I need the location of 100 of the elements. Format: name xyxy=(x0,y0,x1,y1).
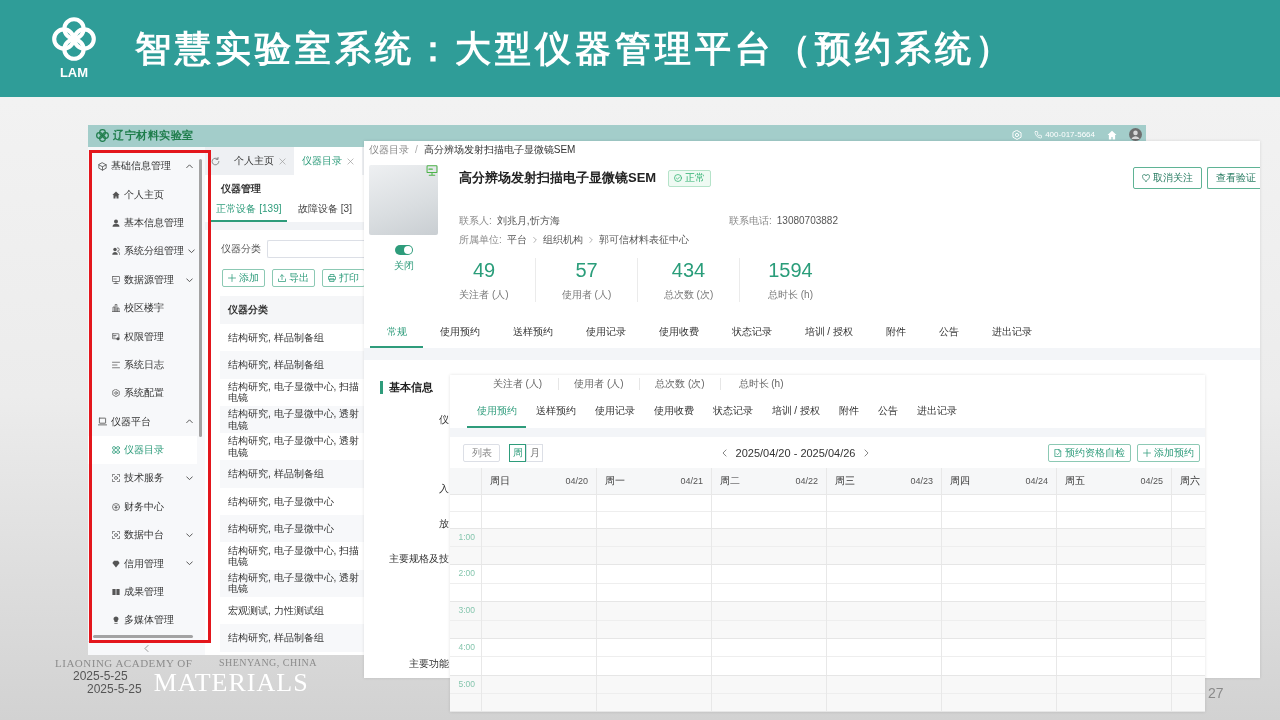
heart-icon xyxy=(1142,174,1150,182)
sidebar-item[interactable]: 财务中心 xyxy=(88,492,197,522)
upload-icon xyxy=(278,274,286,282)
sidebar-item[interactable]: 信用管理 xyxy=(88,549,197,578)
detail-tab[interactable]: 使用记录 xyxy=(569,318,642,348)
stat-label: 关注者 (人) xyxy=(491,378,544,390)
hotline-number: 400-017-5664 xyxy=(1045,130,1095,139)
caret-icon[interactable] xyxy=(188,249,195,254)
close-icon[interactable] xyxy=(347,157,354,165)
breadcrumb-link[interactable]: 仪器目录 xyxy=(369,142,409,157)
page-tab[interactable]: 仪器目录 xyxy=(294,147,362,175)
time-label: 5:00 xyxy=(458,678,475,691)
action-button[interactable]: 添加 xyxy=(222,269,265,287)
horizontal-scrollbar[interactable] xyxy=(93,635,193,638)
field-label: 联系人: xyxy=(459,213,492,228)
action-button[interactable]: 打印 xyxy=(322,269,365,287)
calendar-tab[interactable]: 使用收费 xyxy=(644,396,703,428)
stat-value: 57 xyxy=(575,258,598,282)
day-name: 周二 xyxy=(720,474,740,488)
field-label: 入 xyxy=(439,482,449,496)
bulb-icon xyxy=(112,616,120,625)
sidebar-item[interactable]: 基本信息管理 xyxy=(88,208,197,238)
action-button[interactable]: 预约资格自检 xyxy=(1048,443,1131,462)
sidebar-item[interactable]: 基础信息管理 xyxy=(88,152,197,181)
caret-icon[interactable] xyxy=(186,163,193,169)
close-icon[interactable] xyxy=(279,157,286,165)
settings-icon xyxy=(112,389,120,398)
list-icon xyxy=(112,360,120,369)
chevron-left-icon[interactable] xyxy=(143,645,150,652)
field-label: 所属单位: xyxy=(459,232,502,247)
field-label: 仪 xyxy=(439,413,449,427)
sidebar-item[interactable]: 多媒体管理 xyxy=(88,606,197,635)
phone-icon xyxy=(1034,130,1043,139)
chevron-right-icon[interactable] xyxy=(863,448,871,457)
calendar-tab[interactable]: 附件 xyxy=(829,396,869,428)
slide-date: 2025-5-25 xyxy=(87,683,142,696)
caret-icon[interactable] xyxy=(186,533,193,538)
refresh-icon[interactable] xyxy=(211,156,220,166)
field-label: 主要规格及技 xyxy=(389,552,449,566)
sidebar-item[interactable]: 系统日志 xyxy=(88,350,197,380)
sidebar-item[interactable]: 校区楼宇 xyxy=(88,293,197,323)
day-date: 04/23 xyxy=(910,476,933,486)
day-name: 周五 xyxy=(1065,474,1085,488)
calendar-tab[interactable]: 培训 / 授权 xyxy=(762,396,830,428)
day-name: 周四 xyxy=(950,474,970,488)
unit-path-item: 组织机构 xyxy=(542,232,583,247)
calendar-tab[interactable]: 送样预约 xyxy=(526,396,585,428)
stat-label: 关注者 (人) xyxy=(459,288,509,302)
stat-label: 总次数 (次) xyxy=(639,378,720,390)
detail-tab[interactable]: 使用收费 xyxy=(642,318,715,348)
plus-icon xyxy=(228,274,236,282)
power-toggle[interactable] xyxy=(395,245,413,255)
home-icon[interactable] xyxy=(1107,129,1117,140)
detail-tab[interactable]: 附件 xyxy=(869,318,923,348)
detail-tab[interactable]: 公告 xyxy=(922,318,976,348)
sidebar-item[interactable]: 数据中台 xyxy=(88,521,197,550)
sidebar-item[interactable]: 权限管理 xyxy=(88,322,197,351)
action-button[interactable]: 查看验证 xyxy=(1207,167,1260,189)
sidebar-item[interactable]: 个人主页 xyxy=(88,180,197,209)
flower-logo-icon xyxy=(96,128,109,142)
chevron-left-icon[interactable] xyxy=(720,448,728,457)
caret-icon[interactable] xyxy=(186,561,193,566)
detail-tab[interactable]: 培训 / 授权 xyxy=(788,318,870,348)
date-range: 2025/04/20 - 2025/04/26 xyxy=(735,446,856,459)
vertical-scrollbar[interactable] xyxy=(199,159,202,437)
calendar-tab[interactable]: 状态记录 xyxy=(703,396,762,428)
page-tab[interactable]: 个人主页 xyxy=(226,147,294,175)
detail-tab[interactable]: 状态记录 xyxy=(715,318,788,348)
calendar-tab[interactable]: 进出记录 xyxy=(907,396,967,428)
document-icon xyxy=(1054,448,1062,457)
caret-icon[interactable] xyxy=(186,476,193,481)
caret-icon[interactable] xyxy=(186,419,193,424)
monitor-icon xyxy=(112,275,120,284)
action-button[interactable]: 添加预约 xyxy=(1137,443,1200,462)
scan-icon xyxy=(112,474,120,483)
sidebar-item[interactable]: 数据源管理 xyxy=(88,265,197,294)
device-tab[interactable]: 故障设备 [3] xyxy=(287,198,363,222)
cube-icon xyxy=(98,161,107,171)
sidebar-item[interactable]: 仪器目录 xyxy=(88,435,197,465)
stat-label: 总时长 (h) xyxy=(768,288,813,302)
action-button[interactable]: 导出 xyxy=(272,269,315,287)
period-button[interactable]: 周 xyxy=(509,443,526,462)
detail-tab[interactable]: 送样预约 xyxy=(496,318,569,348)
period-button[interactable]: 月 xyxy=(526,443,543,462)
list-view-button[interactable]: 列表 xyxy=(463,443,500,462)
caret-icon[interactable] xyxy=(186,277,193,282)
sidebar-item[interactable]: 技术服务 xyxy=(88,464,197,493)
settings-icon[interactable] xyxy=(1012,129,1023,140)
detail-tab[interactable]: 使用预约 xyxy=(423,318,496,348)
calendar-tab[interactable]: 使用记录 xyxy=(585,396,644,428)
day-name: 周一 xyxy=(605,474,625,488)
calendar-tab[interactable]: 公告 xyxy=(868,396,908,428)
sidebar-item[interactable]: 成果管理 xyxy=(88,577,197,607)
time-label: 1:00 xyxy=(458,531,475,544)
sidebar-item[interactable]: 系统配置 xyxy=(88,379,197,408)
sidebar-item[interactable]: 仪器平台 xyxy=(88,407,197,436)
sidebar-item[interactable]: 系统分组管理 xyxy=(88,237,197,266)
detail-tab[interactable]: 进出记录 xyxy=(975,318,1049,348)
user-avatar-icon[interactable] xyxy=(1129,128,1142,141)
action-button[interactable]: 取消关注 xyxy=(1133,167,1202,189)
